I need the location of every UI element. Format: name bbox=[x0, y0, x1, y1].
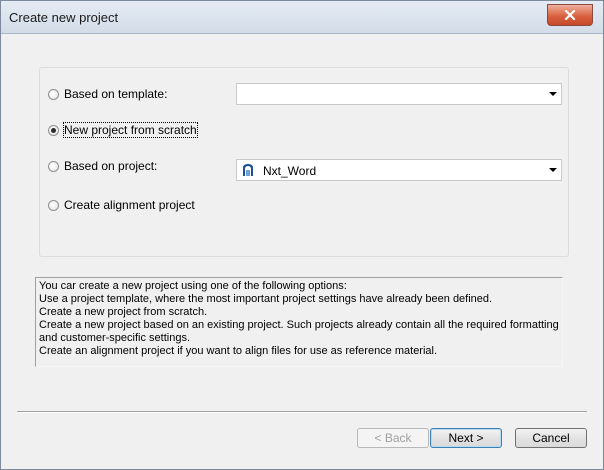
description-line: Use a project template, where the most i… bbox=[39, 293, 493, 305]
title-bar[interactable]: Create new project bbox=[1, 1, 603, 34]
project-combo-value: Nxt_Word bbox=[263, 164, 317, 178]
radio-button[interactable] bbox=[48, 199, 59, 211]
description-line: Create a new project from scratch. bbox=[39, 306, 208, 318]
radio-alignment-project[interactable]: Create alignment project bbox=[48, 196, 195, 214]
radio-button[interactable] bbox=[48, 124, 59, 136]
project-icon bbox=[241, 163, 255, 177]
description-line: Create an alignment project if you want … bbox=[39, 345, 438, 357]
dialog-client: Based on template: New project from scra… bbox=[5, 37, 599, 465]
radio-label: New project from scratch bbox=[63, 122, 198, 138]
radio-label: Based on project: bbox=[64, 159, 158, 173]
chevron-down-icon[interactable] bbox=[549, 92, 557, 96]
template-combo[interactable] bbox=[236, 83, 562, 105]
radio-based-on-project[interactable]: Based on project: bbox=[48, 157, 157, 175]
back-button[interactable]: < Back bbox=[357, 428, 429, 448]
radio-new-from-scratch[interactable]: New project from scratch bbox=[48, 121, 198, 139]
description-box: You car create a new project using one o… bbox=[35, 277, 563, 367]
divider bbox=[17, 411, 587, 413]
close-button[interactable] bbox=[547, 4, 593, 26]
radio-label: Create alignment project bbox=[64, 198, 195, 212]
radio-label: Based on template: bbox=[64, 87, 168, 101]
project-combo[interactable]: Nxt_Word bbox=[236, 159, 562, 181]
description-line: Create a new project based on an existin… bbox=[39, 319, 562, 344]
dialog-title: Create new project bbox=[9, 10, 119, 25]
radio-based-on-template[interactable]: Based on template: bbox=[48, 85, 167, 103]
close-icon bbox=[564, 10, 576, 20]
options-group: Based on template: New project from scra… bbox=[39, 67, 569, 257]
description-line: You car create a new project using one o… bbox=[39, 280, 347, 292]
radio-button[interactable] bbox=[48, 160, 59, 172]
dialog-window: Create new project Based on template: Ne… bbox=[0, 0, 604, 470]
next-button[interactable]: Next > bbox=[430, 428, 502, 448]
cancel-button[interactable]: Cancel bbox=[515, 428, 587, 448]
radio-button[interactable] bbox=[48, 88, 59, 100]
chevron-down-icon[interactable] bbox=[549, 168, 557, 172]
